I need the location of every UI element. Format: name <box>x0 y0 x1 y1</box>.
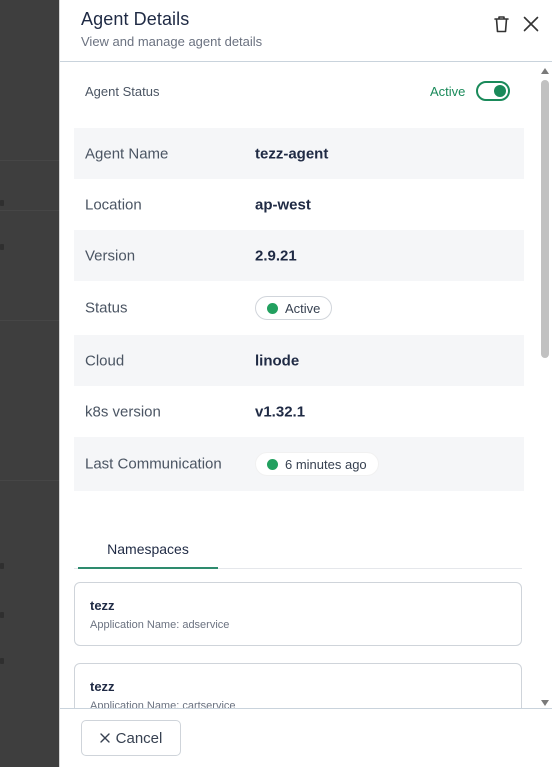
cancel-button[interactable]: Cancel <box>81 720 181 756</box>
backdrop-mark <box>0 244 4 250</box>
close-icon <box>99 733 110 743</box>
agent-status-value: Active <box>430 84 466 99</box>
detail-label: Agent Name <box>85 145 169 162</box>
status-dot-icon <box>267 302 278 314</box>
namespace-name: tezz <box>90 679 115 694</box>
backdrop-divider <box>0 480 59 481</box>
toggle-knob <box>494 85 506 97</box>
drawer-footer: Cancel <box>60 708 552 767</box>
backdrop-mark <box>0 563 4 569</box>
agent-status-label: Agent Status <box>85 84 160 99</box>
scroll-thumb[interactable] <box>541 80 549 358</box>
detail-label: Cloud <box>85 352 125 369</box>
last-communication-badge: 6 minutes ago <box>255 452 379 476</box>
drawer-content[interactable]: Agent Status Active Agent Name tezz-agen… <box>60 63 552 708</box>
backdrop-divider <box>0 210 59 211</box>
backdrop-mark <box>0 200 4 206</box>
backdrop-mark <box>0 658 4 664</box>
cancel-button-label: Cancel <box>115 729 163 747</box>
namespace-tabs: Namespaces <box>74 531 522 569</box>
namespace-application: Application Name: adservice <box>90 619 230 631</box>
delete-agent-button[interactable] <box>490 13 512 35</box>
detail-value: ap-west <box>255 196 311 213</box>
scroll-up-icon[interactable] <box>541 68 549 74</box>
detail-row-location: Location ap-west <box>74 179 524 230</box>
detail-row-status: Status Active <box>74 281 524 335</box>
backdrop-divider <box>0 160 59 161</box>
tab-namespaces[interactable]: Namespaces <box>78 531 218 569</box>
namespace-card[interactable]: tezz Application Name: adservice <box>74 582 522 646</box>
drawer-subtitle: View and manage agent details <box>81 34 263 49</box>
detail-row-version: Version 2.9.21 <box>74 230 524 281</box>
agent-status-toggle[interactable] <box>476 81 510 101</box>
close-icon <box>523 16 539 32</box>
trash-icon <box>493 16 509 33</box>
backdrop-divider <box>0 320 59 321</box>
status-dot-icon <box>267 458 278 470</box>
scroll-down-icon[interactable] <box>541 700 549 706</box>
namespace-card[interactable]: tezz Application Name: cartservice <box>74 663 522 708</box>
namespace-name: tezz <box>90 598 115 613</box>
status-badge-label: Active <box>285 300 321 316</box>
detail-label: Status <box>85 299 128 317</box>
detail-value: v1.32.1 <box>255 403 306 420</box>
close-drawer-button[interactable] <box>520 13 542 35</box>
page-backdrop[interactable] <box>0 0 59 767</box>
agent-details-drawer: Agent Details View and manage agent deta… <box>59 0 552 767</box>
backdrop-mark <box>0 612 4 618</box>
namespace-application: Application Name: cartservice <box>90 700 236 708</box>
detail-row-last-communication: Last Communication 6 minutes ago <box>74 437 524 491</box>
content-scrollbar[interactable] <box>538 64 552 708</box>
detail-row-cloud: Cloud linode <box>74 335 524 386</box>
detail-row-agent-name: Agent Name tezz-agent <box>74 128 524 179</box>
detail-label: Last Communication <box>85 455 222 473</box>
detail-value: 2.9.21 <box>255 247 297 264</box>
detail-value: tezz-agent <box>255 145 329 162</box>
agent-details-table: Agent Name tezz-agent Location ap-west V… <box>74 128 524 491</box>
agent-status-row: Agent Status Active <box>85 81 513 105</box>
detail-row-k8s-version: k8s version v1.32.1 <box>74 386 524 437</box>
detail-label: Location <box>85 196 142 213</box>
detail-label: Version <box>85 247 136 264</box>
detail-label: k8s version <box>85 403 161 420</box>
status-badge: Active <box>255 296 333 320</box>
last-communication-label: 6 minutes ago <box>285 456 367 472</box>
detail-value: linode <box>255 352 300 369</box>
drawer-title: Agent Details <box>81 9 190 29</box>
drawer-header: Agent Details View and manage agent deta… <box>60 0 552 62</box>
